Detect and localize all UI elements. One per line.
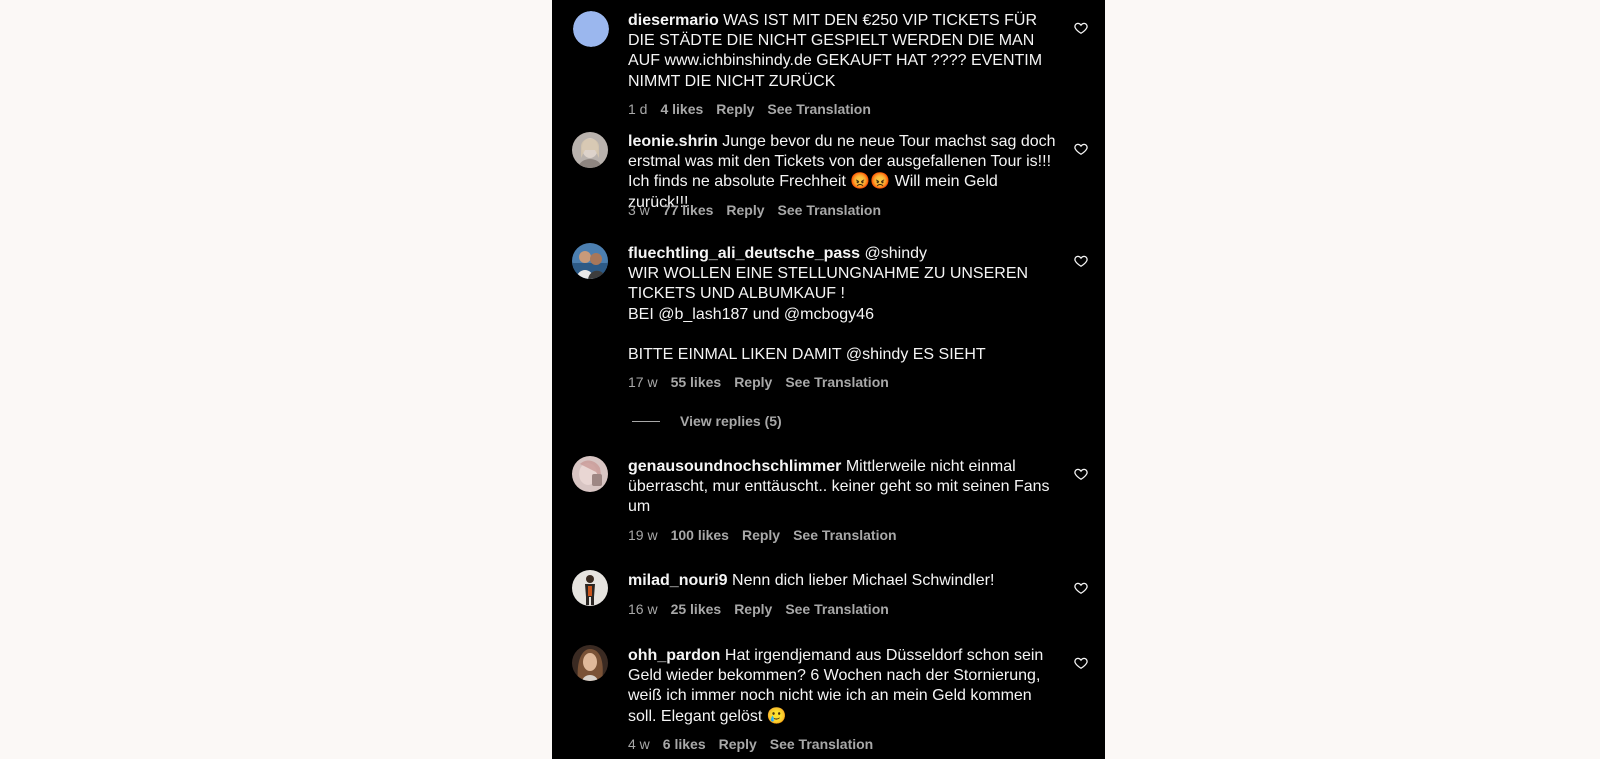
like-count[interactable]: 4 likes [660, 101, 703, 117]
reply-button[interactable]: Reply [719, 736, 757, 752]
comment-time: 16 w [628, 601, 658, 617]
like-count[interactable]: 77 likes [663, 202, 714, 218]
comment-meta: 1 d 4 likes Reply See Translation [628, 101, 884, 117]
comment-text-block: ohh_pardon Hat irgendjemand aus Düsseldo… [628, 646, 1062, 727]
like-count[interactable]: 25 likes [671, 601, 722, 617]
like-count[interactable]: 6 likes [663, 736, 706, 752]
comment-time: 17 w [628, 374, 658, 390]
comment-meta: 4 w 6 likes Reply See Translation [628, 736, 886, 752]
like-count[interactable]: 100 likes [671, 527, 729, 543]
comment-time: 19 w [628, 527, 658, 543]
reply-button[interactable]: Reply [716, 101, 754, 117]
heart-icon[interactable] [1074, 656, 1088, 670]
comment-body: Nenn dich lieber Michael Schwindler! [732, 572, 995, 589]
avatar[interactable] [572, 456, 608, 492]
avatar[interactable] [572, 132, 608, 168]
comment-username[interactable]: leonie.shrin [628, 133, 718, 150]
see-translation-button[interactable]: See Translation [770, 736, 873, 752]
view-replies-label: View replies (5) [680, 413, 782, 429]
heart-icon[interactable] [1074, 467, 1088, 481]
view-replies-button[interactable]: View replies (5) [632, 413, 782, 429]
reply-button[interactable]: Reply [726, 202, 764, 218]
see-translation-button[interactable]: See Translation [778, 202, 881, 218]
heart-icon[interactable] [1074, 21, 1088, 35]
see-translation-button[interactable]: See Translation [785, 374, 888, 390]
comment-username[interactable]: genausoundnochschlimmer [628, 458, 841, 475]
comment-body: @shindy WIR WOLLEN EINE STELLUNGNAHME ZU… [628, 245, 1029, 364]
comment-username[interactable]: fluechtling_ali_deutsche_pass [628, 245, 860, 262]
reply-button[interactable]: Reply [734, 601, 772, 617]
see-translation-button[interactable]: See Translation [793, 527, 896, 543]
heart-icon[interactable] [1074, 581, 1088, 595]
heart-icon[interactable] [1074, 254, 1088, 268]
see-translation-button[interactable]: See Translation [767, 101, 870, 117]
comment-meta: 16 w 25 likes Reply See Translation [628, 601, 902, 617]
avatar[interactable] [572, 645, 608, 681]
comment-text-block: diesermario WAS IST MIT DEN €250 VIP TIC… [628, 11, 1062, 92]
comment-time: 3 w [628, 202, 650, 218]
avatar[interactable] [572, 243, 608, 279]
avatar[interactable] [572, 570, 608, 606]
reply-button[interactable]: Reply [742, 527, 780, 543]
replies-divider-line [632, 420, 660, 422]
heart-icon[interactable] [1074, 142, 1088, 156]
comment-meta: 3 w 77 likes Reply See Translation [628, 202, 894, 218]
comment-meta: 19 w 100 likes Reply See Translation [628, 527, 910, 543]
comment-time: 1 d [628, 101, 648, 117]
comment-username[interactable]: milad_nouri9 [628, 572, 728, 589]
comment-text-block: leonie.shrin Junge bevor du ne neue Tour… [628, 132, 1062, 213]
comment-text-block: genausoundnochschlimmer Mittlerweile nic… [628, 457, 1062, 518]
comment-username[interactable]: ohh_pardon [628, 647, 720, 664]
comment-text-block: fluechtling_ali_deutsche_pass @shindy WI… [628, 244, 1062, 365]
comment-time: 4 w [628, 736, 650, 752]
comments-panel: diesermario WAS IST MIT DEN €250 VIP TIC… [552, 0, 1105, 759]
comment-username[interactable]: diesermario [628, 12, 719, 29]
like-count[interactable]: 55 likes [671, 374, 722, 390]
comment-meta: 17 w 55 likes Reply See Translation [628, 374, 902, 390]
reply-button[interactable]: Reply [734, 374, 772, 390]
avatar[interactable] [573, 11, 609, 47]
see-translation-button[interactable]: See Translation [785, 601, 888, 617]
comment-text-block: milad_nouri9 Nenn dich lieber Michael Sc… [628, 571, 1062, 591]
